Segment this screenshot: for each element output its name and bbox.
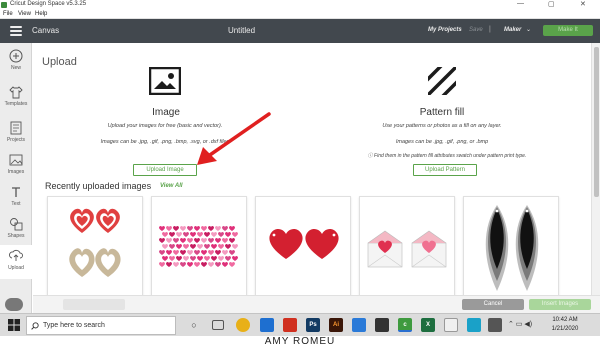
machine-selector[interactable]: Maker	[504, 27, 521, 33]
chevron-down-icon[interactable]: ⌄	[526, 26, 531, 33]
app-light-icon[interactable]	[444, 318, 458, 332]
menu-file[interactable]: File	[3, 11, 13, 17]
edge-icon[interactable]	[260, 318, 274, 332]
layered-hearts-thumbnail	[69, 208, 121, 277]
recent-image-heart-envelopes[interactable]	[359, 196, 455, 296]
sidebar-item-label: New	[10, 65, 21, 71]
left-sidebar: New Templates Projects Images Text Shape…	[0, 43, 32, 313]
insert-images-button[interactable]: Insert Images	[529, 299, 591, 310]
window-title: Cricut Design Space v5.3.25	[10, 1, 87, 7]
sidebar-item-shapes[interactable]: Shapes	[0, 213, 32, 247]
upload-icon	[9, 249, 23, 261]
illustrator-icon[interactable]: Ai	[329, 318, 343, 332]
sidebar-item-upload[interactable]: Upload	[0, 245, 32, 279]
upload-image-button[interactable]: Upload Image	[133, 164, 197, 176]
cancel-button[interactable]: Cancel	[462, 299, 524, 310]
make-it-button[interactable]: Make It	[543, 25, 593, 36]
heart-tags-thumbnail	[269, 228, 339, 259]
heart-envelopes-thumbnail	[367, 230, 447, 268]
window-titlebar: Cricut Design Space v5.3.25 — ▢ ✕	[0, 0, 600, 10]
pattern-fill-icon[interactable]	[428, 67, 456, 95]
search-placeholder: Type here to search	[43, 322, 105, 329]
app-gray-icon[interactable]	[488, 318, 502, 332]
header-separator: |	[489, 26, 491, 33]
pattern-option-title: Pattern fill	[419, 107, 465, 118]
taskbar-search-input[interactable]: Type here to search	[26, 316, 176, 335]
app-blue-icon[interactable]	[467, 318, 481, 332]
minimize-button[interactable]: —	[517, 0, 524, 7]
recent-image-heart-tags[interactable]	[255, 196, 351, 296]
system-tray-icons[interactable]: ⌃ ▭ ◀)	[508, 320, 532, 328]
scrollbar-thumb[interactable]	[594, 47, 599, 197]
watermark: AMY ROMEU	[0, 336, 600, 350]
upload-pattern-button[interactable]: Upload Pattern	[413, 164, 477, 176]
text-icon	[12, 187, 20, 197]
pattern-fill-note: ⓘ Find them in the pattern fill attribut…	[367, 153, 527, 159]
app-red-icon[interactable]	[283, 318, 297, 332]
leaf-earrings-thumbnail	[485, 205, 539, 291]
save-link[interactable]: Save	[469, 27, 483, 33]
recent-image-leaf-earrings[interactable]	[463, 196, 559, 296]
vertical-scrollbar[interactable]	[591, 43, 600, 295]
maximize-button[interactable]: ▢	[548, 0, 555, 8]
app-dark-icon[interactable]	[375, 318, 389, 332]
upload-panel: Upload Image Upload your images for free…	[33, 43, 591, 313]
document-title: Untitled	[227, 26, 256, 35]
windows-start-icon[interactable]	[8, 319, 20, 331]
pattern-option-description: Use your patterns or photos as a fill on…	[382, 123, 502, 129]
sidebar-item-new[interactable]: New	[0, 45, 32, 79]
sidebar-item-label: Templates	[4, 101, 28, 107]
upload-action-bar: Cancel Insert Images	[33, 295, 600, 313]
app-header: Canvas Untitled My Projects Save | Maker…	[0, 19, 600, 43]
sidebar-item-label: Images	[7, 169, 25, 175]
sidebar-item-projects[interactable]: Projects	[0, 117, 32, 151]
page-title: Upload	[42, 56, 77, 68]
clock-time: 10:42 AM	[552, 317, 578, 323]
sidebar-item-label: Upload	[8, 265, 24, 271]
menu-help[interactable]: Help	[35, 11, 47, 17]
excel-icon[interactable]: X	[421, 318, 435, 332]
clock-date: 1/21/2020	[551, 326, 579, 332]
sidebar-item-label: Text	[11, 201, 21, 207]
sidebar-item-images[interactable]: Images	[0, 149, 32, 183]
image-upload-icon[interactable]	[149, 67, 181, 95]
image-icon	[9, 154, 23, 166]
recent-image-layered-hearts[interactable]	[47, 196, 143, 296]
recent-uploads-heading: Recently uploaded images	[45, 181, 152, 191]
photoshop-icon[interactable]: Ps	[306, 318, 320, 332]
chrome-icon[interactable]	[236, 318, 250, 332]
close-window-button[interactable]: ✕	[580, 0, 586, 8]
view-all-link[interactable]: View All	[160, 183, 183, 189]
windows-taskbar: Type here to search ○ Ps Ai c X ⌃ ▭ ◀) 1…	[0, 313, 600, 336]
sidebar-item-text[interactable]: Text	[0, 181, 32, 215]
dropbox-icon[interactable]	[352, 318, 366, 332]
pattern-file-types: Images can be .jpg, .gif, .png, or .bmp	[395, 139, 489, 145]
plus-circle-icon	[9, 49, 23, 63]
cortana-icon[interactable]: ○	[187, 318, 201, 332]
clock[interactable]: 10:42 AM 1/21/2020	[540, 316, 590, 334]
task-view-icon[interactable]	[212, 320, 224, 330]
sidebar-item-templates[interactable]: Templates	[0, 81, 32, 115]
projects-icon	[10, 121, 22, 135]
sidebar-item-label: Projects	[6, 137, 26, 143]
menu-view[interactable]: View	[18, 11, 31, 17]
recent-image-heart-pattern[interactable]	[151, 196, 247, 296]
menu-bar: File View Help	[0, 10, 600, 19]
shirt-icon	[9, 86, 23, 99]
disabled-action-button	[63, 299, 125, 310]
sidebar-item-label: Shapes	[7, 233, 25, 239]
red-arrow-annotation	[197, 112, 271, 165]
app-logo-icon	[1, 2, 7, 8]
heart-pattern-thumbnail	[159, 225, 238, 267]
chat-icon[interactable]	[5, 298, 23, 311]
search-icon	[31, 322, 39, 330]
my-projects-link[interactable]: My Projects	[428, 27, 462, 33]
cricut-icon[interactable]: c	[398, 318, 412, 332]
shapes-icon	[10, 218, 23, 231]
